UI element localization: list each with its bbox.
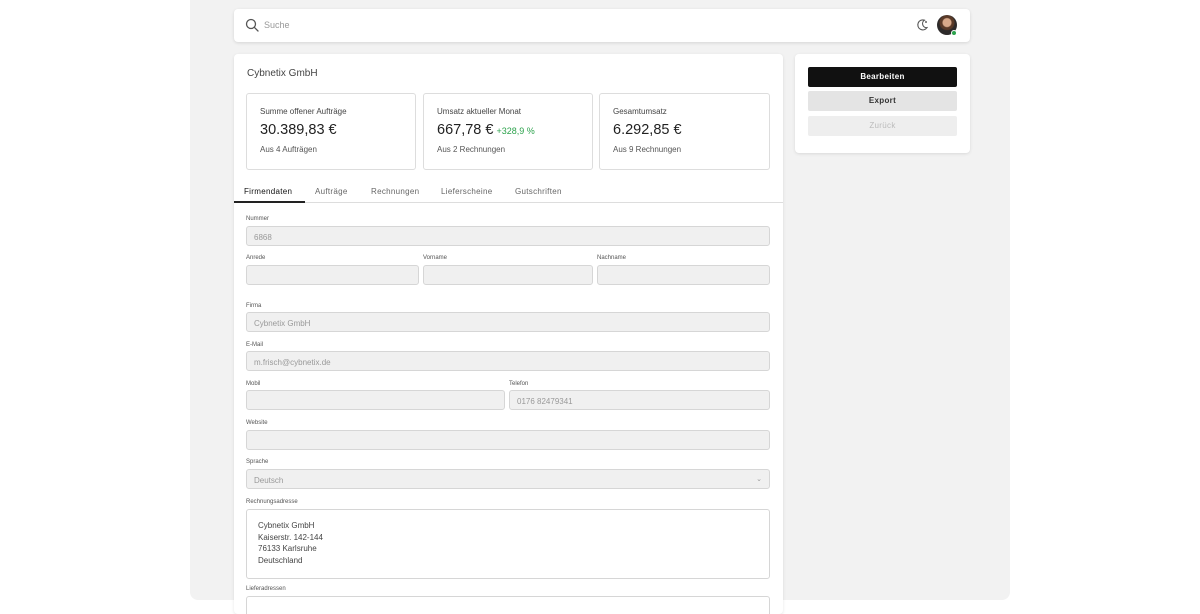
sprache-select[interactable]: Deutsch ⌄ xyxy=(246,469,770,489)
label-firma: Firma xyxy=(246,303,262,309)
tab-rechnungen[interactable]: Rechnungen xyxy=(371,187,419,196)
online-status-dot xyxy=(951,30,957,36)
label-website: Website xyxy=(246,420,268,426)
export-button[interactable]: Export xyxy=(808,91,957,111)
tab-bar: Firmendaten Aufträge Rechnungen Liefersc… xyxy=(234,184,783,203)
search-icon[interactable] xyxy=(245,18,259,32)
back-button[interactable]: Zurück xyxy=(808,116,957,136)
mobil-field[interactable] xyxy=(246,390,505,410)
address-line: Cybnetix GmbH xyxy=(258,521,315,530)
address-line: Deutschland xyxy=(258,555,303,565)
rechnungsadresse-textarea[interactable]: Cybnetix GmbH Kaiserstr. 142-144 76133 K… xyxy=(246,509,770,579)
stat-value: 30.389,83 € xyxy=(260,122,337,138)
company-detail-card: Cybnetix GmbH Summe offener Aufträge 30.… xyxy=(234,54,783,614)
tab-firmendaten[interactable]: Firmendaten xyxy=(244,187,292,196)
stat-subtext: Aus 9 Rechnungen xyxy=(613,145,682,154)
label-lieferadressen: Lieferadressen xyxy=(246,586,286,592)
label-sprache: Sprache xyxy=(246,459,269,465)
sprache-selected-value: Deutsch xyxy=(254,476,284,485)
stat-label: Gesamtumsatz xyxy=(613,107,667,116)
tab-gutschriften[interactable]: Gutschriften xyxy=(515,187,562,196)
label-nummer: Nummer xyxy=(246,216,270,222)
stat-value: 667,78 € +328,9 % xyxy=(437,122,535,138)
active-tab-indicator xyxy=(234,201,305,203)
stat-card-total-revenue: Gesamtumsatz 6.292,85 € Aus 9 Rechnungen xyxy=(599,93,770,170)
app-background: Suche Cybnetix GmbH Summe offener Aufträ… xyxy=(190,0,1010,614)
label-vorname: Vorname xyxy=(423,255,448,261)
actions-card: Bearbeiten Export Zurück xyxy=(795,54,970,153)
label-mobil: Mobil xyxy=(246,381,261,387)
tab-lieferscheine[interactable]: Lieferscheine xyxy=(441,187,493,196)
stat-card-monthly-revenue: Umsatz aktueller Monat 667,78 € +328,9 % … xyxy=(423,93,593,170)
chevron-down-icon: ⌄ xyxy=(756,476,762,483)
telefon-field[interactable]: 0176 82479341 xyxy=(509,390,770,410)
address-line: Kaiserstr. 142-144 xyxy=(258,532,323,542)
nummer-field[interactable]: 6868 xyxy=(246,226,770,246)
stat-subtext: Aus 4 Aufträgen xyxy=(260,145,317,154)
tab-auftraege[interactable]: Aufträge xyxy=(315,187,348,196)
anrede-field[interactable] xyxy=(246,265,419,285)
stat-label: Summe offener Aufträge xyxy=(260,107,347,116)
stat-change: +328,9 % xyxy=(496,126,535,136)
lieferadressen-field[interactable] xyxy=(246,596,770,614)
label-nachname: Nachname xyxy=(597,255,627,261)
moon-icon[interactable] xyxy=(915,18,929,32)
label-telefon: Telefon xyxy=(509,381,529,387)
stat-value: 6.292,85 € xyxy=(613,122,682,138)
stat-card-open-orders: Summe offener Aufträge 30.389,83 € Aus 4… xyxy=(246,93,416,170)
label-email: E-Mail xyxy=(246,342,264,348)
search-input[interactable]: Suche xyxy=(264,20,290,30)
vorname-field[interactable] xyxy=(423,265,593,285)
email-field[interactable]: m.frisch@cybnetix.de xyxy=(246,351,770,371)
nachname-field[interactable] xyxy=(597,265,770,285)
firma-field[interactable]: Cybnetix GmbH xyxy=(246,312,770,332)
page-title: Cybnetix GmbH xyxy=(247,68,318,79)
label-anrede: Anrede xyxy=(246,255,266,261)
stat-label: Umsatz aktueller Monat xyxy=(437,107,522,116)
label-rechnungsadresse: Rechnungsadresse xyxy=(246,499,298,505)
address-line: 76133 Karlsruhe xyxy=(258,544,317,553)
top-bar: Suche xyxy=(234,9,970,42)
stat-subtext: Aus 2 Rechnungen xyxy=(437,145,506,154)
edit-button[interactable]: Bearbeiten xyxy=(808,67,957,87)
website-field[interactable] xyxy=(246,430,770,450)
